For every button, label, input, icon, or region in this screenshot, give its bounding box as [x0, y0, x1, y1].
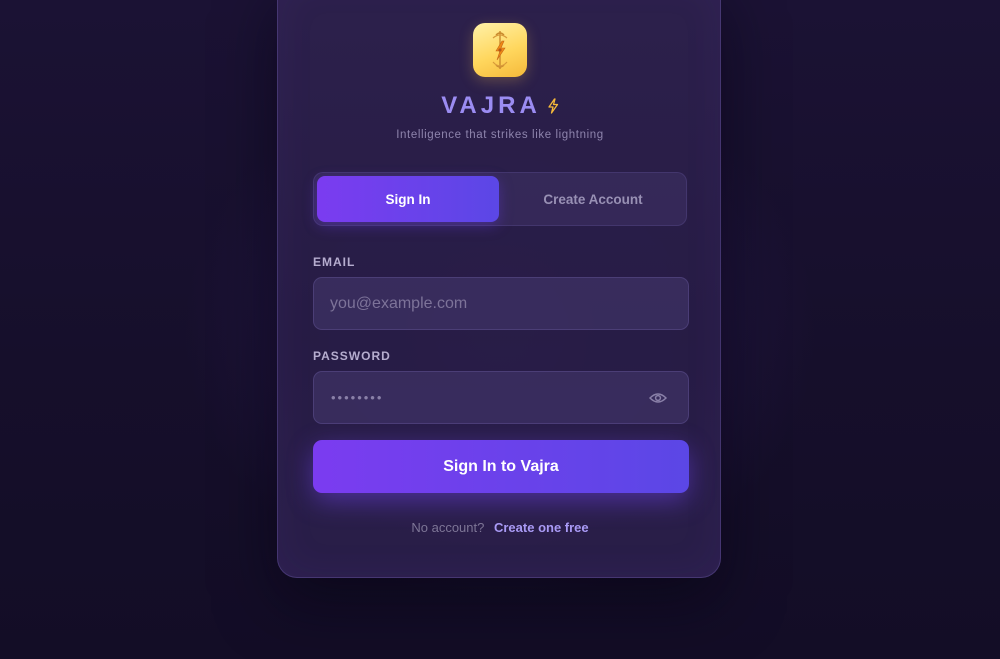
password-field[interactable]: •••••••• — [313, 371, 689, 424]
no-account-text: No account? — [411, 520, 485, 535]
password-label: PASSWORD — [313, 349, 391, 363]
tagline: Intelligence that strikes like lightning — [396, 129, 604, 141]
app-logo — [473, 23, 527, 77]
sign-in-button[interactable]: Sign In to Vajra — [313, 440, 689, 493]
email-field-wrapper — [313, 277, 689, 330]
tab-create-account[interactable]: Create Account — [503, 176, 683, 222]
create-account-link[interactable]: Create one free — [494, 520, 589, 535]
password-masked-value: •••••••• — [331, 390, 384, 405]
brand-name: VAJRA — [441, 92, 541, 119]
eye-icon[interactable] — [648, 388, 668, 408]
email-field[interactable] — [314, 278, 688, 329]
brand-row: VAJRA — [278, 92, 722, 120]
footer-prompt: No account? Create one free — [278, 520, 722, 535]
tab-sign-in[interactable]: Sign In — [317, 176, 499, 222]
email-label: EMAIL — [313, 255, 356, 269]
login-card: VAJRA Intelligence that strikes like lig… — [277, 0, 721, 578]
lightning-icon — [547, 98, 559, 114]
vajra-lightning-icon — [492, 31, 508, 69]
auth-tabs: Sign In Create Account — [313, 172, 687, 226]
